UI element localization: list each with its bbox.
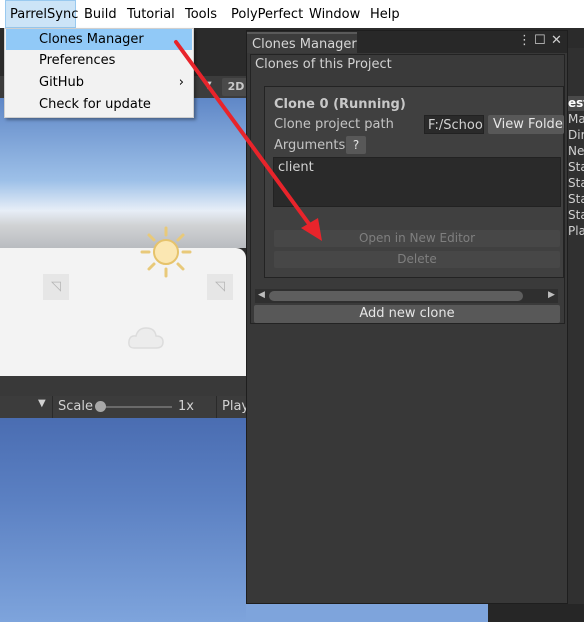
scale-slider-track[interactable] <box>100 406 172 408</box>
menu-parrelsync[interactable]: ParrelSync <box>5 0 78 28</box>
game-view <box>0 418 246 622</box>
toolbar-divider <box>52 396 53 418</box>
hierarchy-item[interactable]: Pla <box>568 224 584 238</box>
scale-value: 1x <box>178 399 194 414</box>
menu-item-label: Preferences <box>39 53 116 68</box>
help-button[interactable]: ? <box>346 136 366 154</box>
section-title: Clones of this Project <box>255 57 392 72</box>
arguments-field[interactable]: client <box>273 157 561 207</box>
scene-ground <box>0 248 246 376</box>
sun-icon <box>138 224 194 284</box>
hierarchy-item[interactable]: Sta <box>568 208 584 222</box>
menu-item-preferences[interactable]: Preferences <box>6 50 192 71</box>
game-toolbar: ▼ Scale 1x Play <box>0 396 249 418</box>
menu-item-label: Check for update <box>39 97 151 112</box>
menu-window[interactable]: Window <box>305 0 364 28</box>
menu-item-check-for-update[interactable]: Check for update <box>6 94 192 115</box>
menu-item-label: GitHub <box>39 75 85 90</box>
aspect-dropdown-icon[interactable]: ▼ <box>38 398 46 409</box>
delete-button[interactable]: Delete <box>274 251 560 268</box>
light-probe-icon: ◹ <box>43 274 69 300</box>
menu-bar: ParrelSync Build Tutorial Tools PolyPerf… <box>0 0 584 28</box>
arguments-label: Arguments <box>274 138 346 153</box>
scale-label: Scale <box>58 399 93 414</box>
scrollbar-thumb[interactable] <box>269 291 523 301</box>
close-icon[interactable]: ✕ <box>551 32 562 50</box>
light-probe-icon: ◹ <box>207 274 233 300</box>
menu-help[interactable]: Help <box>366 0 404 28</box>
cloud-icon <box>126 322 166 358</box>
hierarchy-item[interactable]: Sta <box>568 192 584 206</box>
view-folder-button[interactable]: View Folder <box>488 115 564 134</box>
scale-slider-thumb[interactable] <box>95 401 106 412</box>
scroll-left-icon[interactable]: ◀ <box>258 290 265 300</box>
menu-item-github[interactable]: GitHub › <box>6 72 192 93</box>
menu-item-label: Clones Manager <box>39 32 144 47</box>
add-new-clone-button[interactable]: Add new clone <box>254 305 560 323</box>
hierarchy-item[interactable]: Sta <box>568 160 584 174</box>
menu-polyperfect[interactable]: PolyPerfect <box>227 0 307 28</box>
menu-build[interactable]: Build <box>80 0 121 28</box>
clone-path-field[interactable]: F:/School <box>424 115 484 134</box>
parrelsync-dropdown: Clones Manager Preferences GitHub › Chec… <box>4 28 194 118</box>
dropdown-arrow-icon[interactable]: ▼ <box>204 80 212 91</box>
menu-item-clones-manager[interactable]: Clones Manager <box>6 29 192 50</box>
scene-sky <box>0 98 246 248</box>
scroll-right-icon[interactable]: ▶ <box>548 290 555 300</box>
maximize-icon[interactable]: ☐ <box>534 32 546 50</box>
hierarchy-scene-header[interactable]: est <box>568 96 584 111</box>
scene-divider <box>0 376 246 396</box>
hierarchy-item[interactable]: Ma <box>568 112 584 126</box>
panel-menu-icon[interactable]: ⋮ <box>518 32 531 50</box>
menu-tutorial[interactable]: Tutorial <box>123 0 179 28</box>
game-view <box>246 604 488 622</box>
hierarchy-item[interactable]: Sta <box>568 176 584 190</box>
hierarchy-item[interactable]: Ne <box>568 144 584 158</box>
menu-tools[interactable]: Tools <box>181 0 221 28</box>
hierarchy-item[interactable]: Dir <box>568 128 584 142</box>
tab-clones-manager[interactable]: Clones Manager <box>247 32 357 53</box>
open-in-new-editor-button[interactable]: Open in New Editor <box>274 230 560 247</box>
dark-area <box>488 604 584 622</box>
chevron-right-icon: › <box>178 75 184 90</box>
toolbar-divider <box>216 396 217 418</box>
clone-title: Clone 0 (Running) <box>274 97 406 112</box>
clone-path-label: Clone project path <box>274 117 394 132</box>
